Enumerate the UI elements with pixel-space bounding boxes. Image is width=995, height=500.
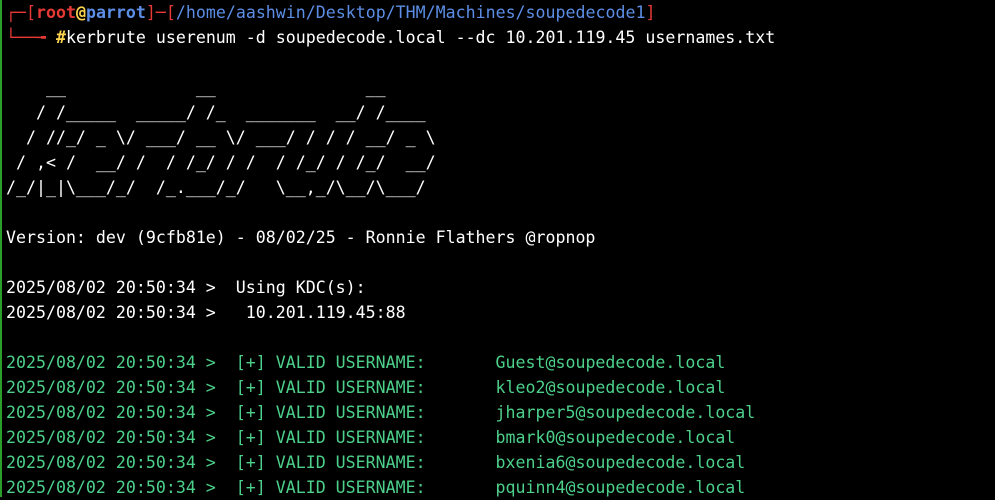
prompt-open-bracket: ┌─[ — [6, 3, 36, 22]
prompt-line2-prefix: └──╼ — [6, 28, 56, 47]
valid-user-prefix: 2025/08/02 20:50:34 > [+] VALID USERNAME… — [6, 478, 426, 497]
valid-user-prefix: 2025/08/02 20:50:34 > [+] VALID USERNAME… — [6, 403, 426, 422]
command-text: kerbrute userenum -d soupedecode.local -… — [65, 28, 776, 47]
valid-user-prefix: 2025/08/02 20:50:34 > [+] VALID USERNAME… — [6, 353, 426, 372]
valid-user-name: kleo2@soupedecode.local — [495, 378, 726, 397]
valid-user-prefix: 2025/08/02 20:50:34 > [+] VALID USERNAME… — [6, 428, 426, 447]
banner-line — [6, 50, 995, 75]
banner-line: / //_/ _ \/ ___/ __ \/ ___/ / / / __/ _ … — [6, 128, 436, 147]
prompt-hash: # — [55, 28, 66, 47]
banner-line — [6, 200, 995, 225]
banner-line: __ __ __ — [6, 78, 436, 97]
terminal-left-border — [0, 0, 2, 497]
banner-line: / /_____ _____/ /_ _______ __/ /____ — [6, 103, 436, 122]
prompt-line-1: ┌─[root@parrot]─[/home/aashwin/Desktop/T… — [6, 0, 995, 25]
valid-user-line: 2025/08/02 20:50:34 > [+] VALID USERNAME… — [6, 350, 995, 375]
valid-user-line: 2025/08/02 20:50:34 > [+] VALID USERNAME… — [6, 475, 995, 500]
prompt-separator: ]─[ — [145, 3, 176, 22]
prompt-user: root — [35, 3, 76, 22]
prompt-at: @ — [75, 3, 86, 22]
info-line: 2025/08/02 20:50:34 > Using KDC(s): — [6, 278, 366, 297]
prompt-host: parrot — [85, 3, 146, 22]
valid-user-name: bmark0@soupedecode.local — [495, 428, 736, 447]
valid-user-prefix: 2025/08/02 20:50:34 > [+] VALID USERNAME… — [6, 453, 426, 472]
valid-user-prefix: 2025/08/02 20:50:34 > [+] VALID USERNAME… — [6, 378, 426, 397]
banner-line: /_/|_|\___/_/ /_.___/_/ \__,_/\__/\___/ — [6, 178, 436, 197]
valid-user-name: jharper5@soupedecode.local — [495, 403, 756, 422]
version-line: Version: dev (9cfb81e) - 08/02/25 - Ronn… — [6, 228, 596, 247]
prompt-path: /home/aashwin/Desktop/THM/Machines/soupe… — [175, 3, 646, 22]
valid-user-name: bxenia6@soupedecode.local — [495, 453, 746, 472]
valid-user-name: Guest@soupedecode.local — [495, 353, 726, 372]
valid-user-name: pquinn4@soupedecode.local — [495, 478, 746, 497]
valid-user-line: 2025/08/02 20:50:34 > [+] VALID USERNAME… — [6, 450, 995, 475]
terminal-output[interactable]: ┌─[root@parrot]─[/home/aashwin/Desktop/T… — [6, 0, 995, 500]
valid-user-line: 2025/08/02 20:50:34 > [+] VALID USERNAME… — [6, 425, 995, 450]
banner-line: / ,< / __/ / / /_/ / / / /_/ / /_/ __/ — [6, 153, 436, 172]
valid-user-line: 2025/08/02 20:50:34 > [+] VALID USERNAME… — [6, 400, 995, 425]
info-line: 2025/08/02 20:50:34 > 10.201.119.45:88 — [6, 303, 406, 322]
prompt-line-2: └──╼ #kerbrute userenum -d soupedecode.l… — [6, 25, 995, 50]
valid-user-line: 2025/08/02 20:50:34 > [+] VALID USERNAME… — [6, 375, 995, 400]
prompt-close-bracket: ] — [645, 3, 656, 22]
